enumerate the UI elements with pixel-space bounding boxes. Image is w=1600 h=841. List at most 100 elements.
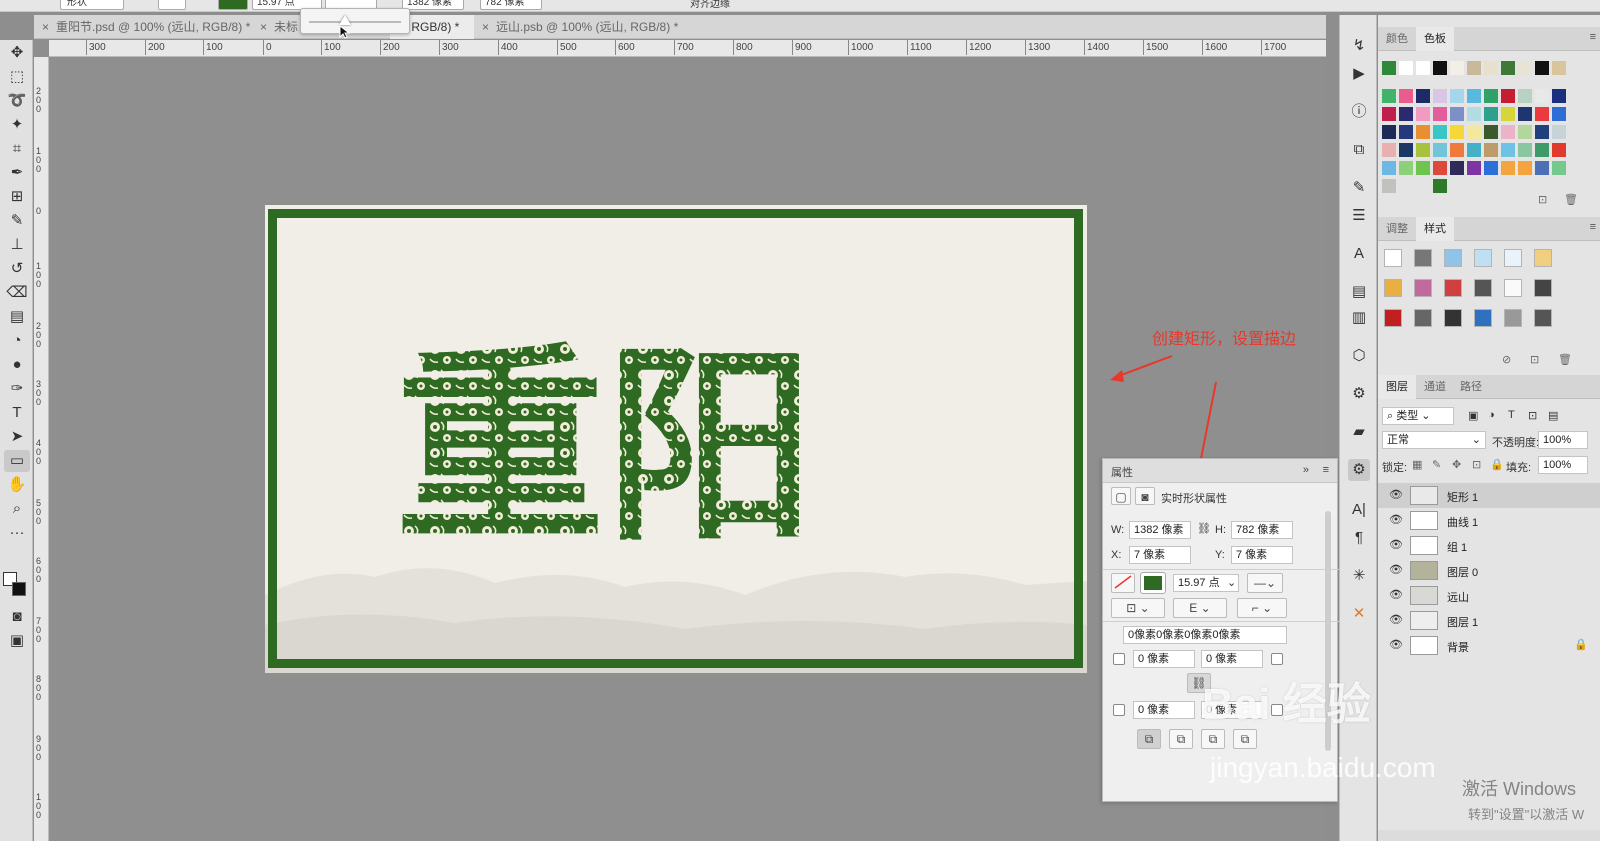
color-swatch[interactable] [1484, 125, 1498, 139]
path-subtract-button[interactable]: ⧉ [1169, 729, 1193, 749]
style-preset[interactable] [1444, 309, 1462, 327]
gradient-tool-icon[interactable]: ▤ [4, 306, 30, 328]
image-filter-icon[interactable]: ▣ [1468, 409, 1478, 422]
type-filter-icon[interactable]: T [1508, 409, 1515, 421]
stroke-color-swatch[interactable] [1140, 572, 1166, 594]
tab-document-1[interactable]: × 重阳节.psd @ 100% (远山, RGB/8) * [34, 15, 250, 39]
close-icon[interactable]: × [482, 15, 496, 39]
shape-filter-icon[interactable]: ⊡ [1528, 409, 1537, 422]
tab-paths[interactable]: 路径 [1452, 375, 1490, 399]
fill-input[interactable]: 100% [1538, 456, 1588, 474]
color-swatch[interactable] [1382, 179, 1396, 193]
corner-tr-input[interactable]: 0 像素 [1201, 650, 1263, 668]
color-swatch[interactable] [1484, 89, 1498, 103]
lock-position-icon[interactable]: ✥ [1452, 458, 1461, 471]
tab-layers[interactable]: 图层 [1378, 375, 1416, 399]
color-swatch[interactable] [1535, 125, 1549, 139]
crop-tool-icon[interactable]: ⌗ [4, 138, 30, 160]
visibility-eye-icon[interactable]: 👁 [1389, 513, 1403, 526]
style-preset[interactable] [1414, 249, 1432, 267]
tab-adjustments[interactable]: 调整 [1378, 217, 1416, 241]
color-swatch[interactable] [1552, 143, 1566, 157]
collapse-icon[interactable]: » [1303, 464, 1309, 476]
close-icon[interactable]: × [260, 15, 274, 39]
magic-wand-tool-icon[interactable]: ✦ [4, 114, 30, 136]
x-input[interactable]: 7 像素 [1129, 546, 1191, 564]
glyphs-icon[interactable]: ▤ [1348, 281, 1370, 303]
color-swatch[interactable] [1416, 107, 1430, 121]
layer-row[interactable]: 👁 远山 [1378, 583, 1600, 608]
lasso-tool-icon[interactable]: ➰ [4, 90, 30, 112]
color-swatch[interactable] [1484, 143, 1498, 157]
color-swatch[interactable] [1382, 89, 1396, 103]
adjustment-filter-icon[interactable]: ◑ [1488, 409, 1495, 421]
color-swatch[interactable] [1399, 161, 1413, 175]
path-combine-button[interactable]: ⧉ [1137, 729, 1161, 749]
zoom-slider-track[interactable] [309, 21, 401, 23]
panel-menu-icon[interactable]: ≡ [1323, 464, 1329, 476]
color-swatch[interactable] [1399, 143, 1413, 157]
rectangle-tool-icon[interactable]: ▭ [4, 450, 30, 472]
layer-row[interactable]: 👁 图层 0 [1378, 558, 1600, 583]
quick-mask-icon[interactable]: ◙ [4, 606, 30, 628]
link-icon[interactable]: ⛓ [1197, 522, 1211, 535]
tab-styles[interactable]: 样式 [1416, 217, 1454, 241]
style-preset[interactable] [1474, 309, 1492, 327]
style-preset[interactable] [1534, 249, 1552, 267]
style-preset[interactable] [1444, 249, 1462, 267]
stroke-swatch[interactable] [218, 0, 248, 10]
paragraph-icon[interactable]: ¶ [1348, 527, 1370, 549]
lock-transparency-icon[interactable]: ▦ [1412, 458, 1422, 471]
brush-tool-icon[interactable]: ✎ [4, 210, 30, 232]
style-preset[interactable] [1504, 249, 1522, 267]
opacity-input[interactable]: 100% [1538, 431, 1588, 449]
corner-radius-all-input[interactable]: 0像素0像素0像素0像素 [1123, 626, 1287, 644]
color-swatch[interactable] [1450, 161, 1464, 175]
style-preset[interactable] [1384, 309, 1402, 327]
color-swatch[interactable] [1552, 89, 1566, 103]
color-swatch[interactable] [1501, 161, 1515, 175]
color-swatch[interactable] [1433, 179, 1447, 193]
color-swatch[interactable] [1399, 125, 1413, 139]
blend-mode-select[interactable]: 正常 ⌄ [1382, 431, 1486, 449]
move-tool-icon[interactable]: ✥ [4, 42, 30, 64]
style-preset[interactable] [1414, 309, 1432, 327]
tab-channels[interactable]: 通道 [1416, 375, 1454, 399]
sliders-icon[interactable]: ☰ [1348, 205, 1370, 227]
layer-row[interactable]: 👁 矩形 1 [1378, 483, 1600, 508]
panel-menu-icon[interactable]: ≡ [1590, 31, 1596, 43]
tab-document-2[interactable]: × 未标 [252, 15, 304, 39]
color-swatch[interactable] [1382, 143, 1396, 157]
width-input[interactable]: 1382 像素 [1129, 521, 1191, 539]
color-swatch[interactable] [1382, 161, 1396, 175]
color-swatch[interactable] [1501, 61, 1515, 75]
chevron-down-icon[interactable]: ⌄ [1227, 576, 1236, 589]
layer-row[interactable]: 👁 图层 1 [1378, 608, 1600, 633]
layer-row[interactable]: 👁 曲线 1 [1378, 508, 1600, 533]
path-intersect-button[interactable]: ⧉ [1201, 729, 1225, 749]
visibility-eye-icon[interactable]: 👁 [1389, 613, 1403, 626]
color-swatch[interactable] [1433, 89, 1447, 103]
color-swatch[interactable] [1467, 161, 1481, 175]
visibility-eye-icon[interactable]: 👁 [1389, 588, 1403, 601]
corner-tl-checkbox[interactable] [1113, 653, 1125, 665]
color-swatch[interactable] [1518, 143, 1532, 157]
properties-icon[interactable]: ⚙ [1348, 459, 1370, 481]
lock-pixels-icon[interactable]: ✎ [1432, 458, 1441, 471]
color-swatch[interactable] [1382, 125, 1396, 139]
libraries-icon[interactable]: ⚙ [1348, 383, 1370, 405]
stroke-cap-select[interactable]: E ⌄ [1173, 598, 1227, 618]
marquee-tool-icon[interactable]: ⬚ [4, 66, 30, 88]
color-swatch[interactable] [1552, 61, 1566, 75]
color-swatch[interactable] [1467, 143, 1481, 157]
mask-properties-icon[interactable]: ◙ [1135, 487, 1155, 505]
style-preset[interactable] [1384, 249, 1402, 267]
color-swatch[interactable] [1416, 143, 1430, 157]
style-preset[interactable] [1534, 309, 1552, 327]
color-swatch[interactable] [1552, 125, 1566, 139]
color-swatch[interactable] [1484, 161, 1498, 175]
color-swatch[interactable] [1518, 107, 1532, 121]
trash-icon[interactable]: 🗑 [1564, 193, 1578, 206]
character-icon[interactable]: A [1348, 243, 1370, 265]
color-swatch[interactable] [1467, 125, 1481, 139]
